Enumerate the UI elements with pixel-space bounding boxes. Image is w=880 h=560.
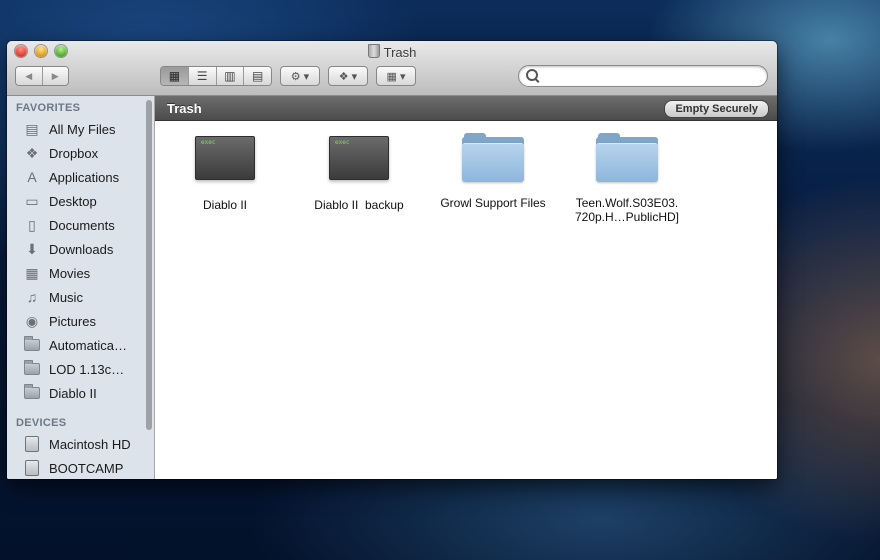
sidebar-item-pictures[interactable]: ◉ Pictures <box>23 310 143 332</box>
file-label: Diablo II backup <box>314 198 404 212</box>
search-icon <box>526 69 538 81</box>
desktop-icon: ▭ <box>25 192 39 209</box>
sidebar-item-label: Documents <box>49 217 115 233</box>
path-bar: Trash Empty Securely <box>155 96 777 121</box>
dropbox-menu-button[interactable]: ❖ ▾ <box>328 66 368 86</box>
window-title: Trash <box>7 44 777 60</box>
folder-icon <box>462 133 524 182</box>
applications-icon: A <box>27 169 37 185</box>
folder-icon <box>596 133 658 182</box>
sidebar-item-dropbox[interactable]: ❖ Dropbox <box>23 142 143 164</box>
documents-icon: ▯ <box>28 216 36 233</box>
file-item[interactable]: exec Diablo II backup <box>292 136 426 212</box>
executable-icon: exec <box>329 136 389 180</box>
gear-icon: ⚙ ▾ <box>290 70 310 83</box>
trash-icon <box>367 44 380 58</box>
search-input[interactable] <box>541 68 765 86</box>
sidebar-item-lod[interactable]: LOD 1.13c… <box>23 358 143 380</box>
sidebar-item-label: Downloads <box>49 241 114 257</box>
list-view-button[interactable]: ☰ <box>188 67 217 85</box>
sidebar-item-label: Pictures <box>49 313 96 329</box>
music-icon: ♫ <box>26 289 38 305</box>
sidebar-item-documents[interactable]: ▯ Documents <box>23 214 143 236</box>
sidebar-scrollbar[interactable] <box>146 100 152 430</box>
sidebar-item-label: Desktop <box>49 193 97 209</box>
back-button[interactable]: ◀ <box>16 67 43 85</box>
sidebar-item-applications[interactable]: A Applications <box>23 166 143 188</box>
all-files-icon: ▤ <box>25 120 39 137</box>
sidebar-item-diablo-ii[interactable]: Diablo II <box>23 382 143 404</box>
coverflow-view-button[interactable]: ▤ <box>244 67 271 85</box>
sidebar-item-label: BOOTCAMP <box>49 460 124 476</box>
sidebar-item-desktop[interactable]: ▭ Desktop <box>23 190 143 212</box>
sidebar-item-label: Movies <box>49 265 91 281</box>
folder-icon <box>23 360 41 377</box>
file-browser: Trash Empty Securely exec Diablo II exec… <box>155 96 777 479</box>
arrange-menu-button[interactable]: ▦ ▾ <box>376 66 416 86</box>
sidebar-item-label: Macintosh HD <box>49 436 131 452</box>
dropbox-icon: ❖ <box>25 144 39 161</box>
sidebar-item-label: Dropbox <box>49 145 99 161</box>
file-label: Growl Support Files <box>440 196 546 210</box>
sidebar-item-label: Applications <box>49 169 120 185</box>
coverflow-view-icon: ▤ <box>251 69 264 83</box>
movies-icon: ▦ <box>25 264 39 281</box>
search-field[interactable] <box>518 65 768 87</box>
window-title-text: Trash <box>383 45 417 60</box>
folder-icon <box>23 384 41 401</box>
back-arrow-icon: ◀ <box>25 70 33 81</box>
sidebar-item-label: LOD 1.13c… <box>49 361 125 377</box>
exec-tag: exec <box>201 139 216 146</box>
column-view-button[interactable]: ▥ <box>216 67 245 85</box>
file-label: Diablo II <box>202 198 248 212</box>
sidebar-item-music[interactable]: ♫ Music <box>23 286 143 308</box>
devices-header: DEVICES <box>16 417 67 429</box>
sidebar-item-movies[interactable]: ▦ Movies <box>23 262 143 284</box>
sidebar-item-macintosh-hd[interactable]: Macintosh HD <box>23 433 143 455</box>
exec-tag: exec <box>335 139 350 146</box>
sidebar-item-downloads[interactable]: ⬇ Downloads <box>23 238 143 260</box>
folder-icon <box>23 336 41 353</box>
finder-window: Trash ◀ ▶ ▦ ☰ ▥ ▤ ⚙ ▾ ❖ ▾ ▦ ▾ FAVORITES … <box>7 41 777 479</box>
list-view-icon: ☰ <box>196 69 208 83</box>
empty-securely-button[interactable]: Empty Securely <box>664 100 769 118</box>
column-view-icon: ▥ <box>224 69 236 83</box>
view-mode-control: ▦ ☰ ▥ ▤ <box>160 66 272 86</box>
sidebar-item-label: All My Files <box>49 121 116 137</box>
title-bar: Trash ◀ ▶ ▦ ☰ ▥ ▤ ⚙ ▾ ❖ ▾ ▦ ▾ <box>7 41 777 96</box>
sidebar-item-label: Diablo II <box>49 385 97 401</box>
hard-disk-icon <box>23 436 41 452</box>
file-item[interactable]: exec Diablo II <box>158 136 292 212</box>
action-menu-button[interactable]: ⚙ ▾ <box>280 66 320 86</box>
sidebar-item-automatica[interactable]: Automatica… <box>23 334 143 356</box>
folder-title: Trash <box>167 101 202 116</box>
arrange-icon: ▦ ▾ <box>386 70 406 83</box>
icon-view-icon: ▦ <box>168 69 181 83</box>
sidebar-item-label: Music <box>49 289 83 305</box>
file-item[interactable]: Teen.Wolf.S03E03. 720p.H…PublicHD] <box>560 133 694 224</box>
sidebar-item-bootcamp[interactable]: BOOTCAMP <box>23 457 143 479</box>
file-label: Teen.Wolf.S03E03. 720p.H…PublicHD] <box>574 196 680 224</box>
sidebar-item-all-my-files[interactable]: ▤ All My Files <box>23 118 143 140</box>
forward-arrow-icon: ▶ <box>51 70 59 81</box>
sidebar-item-label: Automatica… <box>49 337 128 353</box>
favorites-header: FAVORITES <box>16 102 81 114</box>
pictures-icon: ◉ <box>25 312 39 329</box>
sidebar: FAVORITES ▤ All My Files ❖ Dropbox A Applic… <box>7 96 155 479</box>
downloads-icon: ⬇ <box>26 240 38 257</box>
dropbox-icon: ❖ ▾ <box>338 70 358 83</box>
icon-view-button[interactable]: ▦ <box>161 67 189 85</box>
file-item[interactable]: Growl Support Files <box>426 133 560 210</box>
executable-icon: exec <box>195 136 255 180</box>
forward-button[interactable]: ▶ <box>42 67 68 85</box>
hard-disk-icon <box>23 460 41 476</box>
back-forward-control: ◀ ▶ <box>15 66 69 86</box>
